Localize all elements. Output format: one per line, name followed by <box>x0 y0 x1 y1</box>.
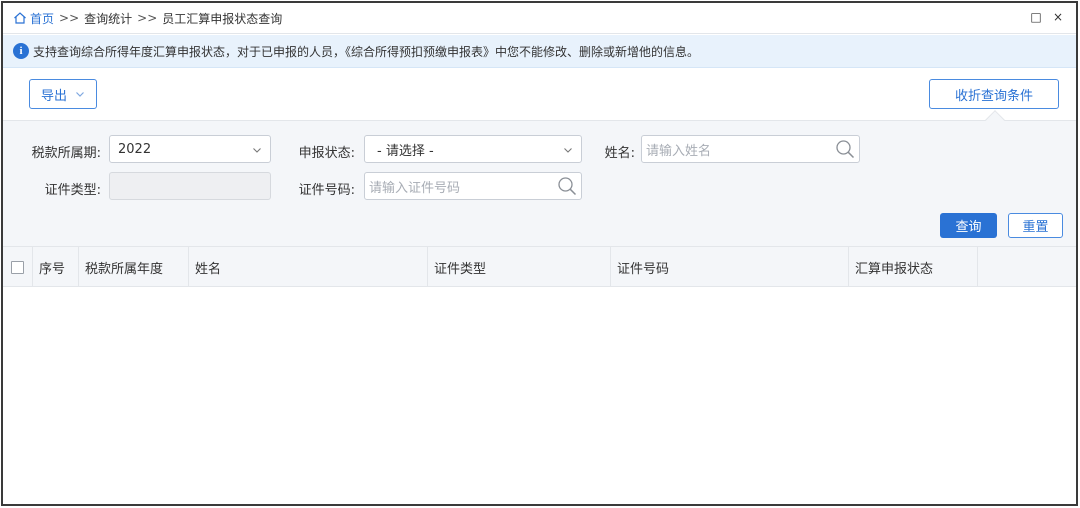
name-label: 姓名: <box>604 146 635 161</box>
info-banner-text: 支持查询综合所得年度汇算申报状态，对于已申报的人员，《综合所得预扣预缴申报表》中… <box>33 44 700 59</box>
breadcrumb-home[interactable]: 首页 <box>30 10 54 27</box>
info-icon: i <box>13 43 29 59</box>
select-all-cell <box>3 247 33 287</box>
chevron-down-icon <box>253 148 261 153</box>
breadcrumb-query-stats[interactable]: 查询统计 <box>84 10 132 27</box>
id-number-input[interactable]: 请输入证件号码 <box>364 172 582 200</box>
id-type-select <box>109 172 271 200</box>
name-input-placeholder: 请输入姓名 <box>646 143 712 159</box>
home-icon[interactable] <box>13 11 27 25</box>
declare-status-select[interactable]: - 请选择 - <box>364 135 582 163</box>
restore-icon[interactable]: □ <box>1030 11 1042 23</box>
title-bar: 首页 >> 查询统计 >> 员工汇算申报状态查询 □ × <box>3 3 1076 34</box>
table-body <box>3 288 1076 504</box>
select-all-checkbox[interactable] <box>11 260 24 274</box>
tax-period-select[interactable]: 2022 <box>109 135 271 163</box>
id-number-label: 证件号码: <box>298 183 355 198</box>
table-header: 序号 税款所属年度 姓名 证件类型 证件号码 汇算申报状态 <box>3 246 1076 287</box>
tax-period-value: 2022 <box>118 141 152 157</box>
window-controls: □ × <box>1030 11 1064 23</box>
collapse-filters-button[interactable]: 收折查询条件 <box>929 79 1059 109</box>
id-number-placeholder: 请输入证件号码 <box>369 180 461 196</box>
declare-status-value: - 请选择 - <box>377 143 434 159</box>
chevron-down-icon <box>76 92 84 97</box>
id-type-label: 证件类型: <box>44 183 101 198</box>
column-header-index: 序号 <box>33 247 79 287</box>
chevron-down-icon <box>564 148 572 153</box>
info-banner: i 支持查询综合所得年度汇算申报状态，对于已申报的人员，《综合所得预扣预缴申报表… <box>3 35 1076 68</box>
column-header-declare-status: 汇算申报状态 <box>849 247 978 287</box>
column-header-name: 姓名 <box>189 247 428 287</box>
column-header-tax-year: 税款所属年度 <box>79 247 189 287</box>
search-icon[interactable] <box>557 176 577 196</box>
breadcrumb-separator: >> <box>137 11 158 25</box>
page-title: 员工汇算申报状态查询 <box>162 11 283 26</box>
search-icon[interactable] <box>835 139 855 159</box>
close-icon[interactable]: × <box>1052 11 1064 23</box>
column-header-id-type: 证件类型 <box>428 247 611 287</box>
export-button[interactable]: 导出 <box>29 79 97 109</box>
name-input[interactable]: 请输入姓名 <box>641 135 860 163</box>
query-button[interactable]: 查询 <box>940 213 997 238</box>
tax-period-label: 税款所属期: <box>31 146 101 161</box>
export-button-label: 导出 <box>40 88 67 104</box>
reset-button[interactable]: 重置 <box>1008 213 1063 238</box>
declare-status-label: 申报状态: <box>298 146 355 161</box>
breadcrumb-separator: >> <box>59 11 80 25</box>
filter-panel: 税款所属期: 2022 申报状态: - 请选择 - 姓名: 请输入姓名 证件类型… <box>3 120 1076 246</box>
column-header-id-number: 证件号码 <box>611 247 849 287</box>
app-window: 首页 >> 查询统计 >> 员工汇算申报状态查询 □ × i 支持查询综合所得年… <box>1 1 1078 506</box>
